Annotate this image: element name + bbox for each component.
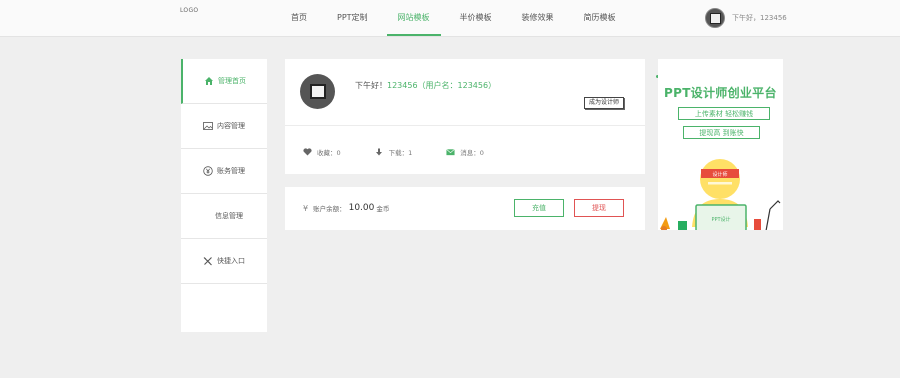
nav-item-half-price-templates[interactable]: 半价模板	[449, 0, 503, 36]
withdraw-button[interactable]: 提现	[574, 199, 624, 217]
user-greeting: 下午好，123456	[732, 14, 787, 22]
laptop-text: PPT设计	[711, 216, 730, 223]
nav-item-ppt-custom[interactable]: PPT定制	[326, 0, 379, 36]
designer-illustration: 设计师 PPT设计	[660, 159, 781, 230]
user-menu[interactable]: 下午好，123456	[705, 8, 787, 28]
balance-card: ¥ 账户余额： 10.00 金币 充值 提现	[285, 187, 645, 230]
stat-messages[interactable]: 消息：0	[446, 147, 484, 157]
profile-card: 下午好！123456（用户名：123456） 成为设计师 收藏：0 下载：1 消…	[285, 59, 645, 174]
nav-item-website-templates[interactable]: 网站模板	[386, 0, 441, 36]
divider	[285, 125, 645, 126]
become-designer-button[interactable]: 成为设计师	[584, 97, 624, 109]
logo[interactable]: LOGO	[180, 7, 198, 14]
ad-title: PPT设计师创业平台	[664, 86, 777, 100]
sidebar-item-finance[interactable]: 账务管理	[181, 149, 267, 194]
balance-amount: 10.00	[348, 203, 375, 213]
sidebar-item-label: 管理首页	[218, 77, 246, 85]
user-avatar[interactable]	[705, 8, 725, 28]
stat-favorites[interactable]: 收藏：0	[303, 147, 341, 157]
balance-label: 账户余额：	[313, 205, 346, 213]
yen-icon	[203, 166, 213, 176]
nav-item-home[interactable]: 首页	[280, 0, 318, 36]
pencil-ruler-icon	[203, 256, 213, 266]
ad-slogan-upload: 上传素材 轻松赚钱	[678, 107, 770, 120]
sidebar-item-info[interactable]: 信息管理	[181, 194, 267, 239]
sidebar-item-dashboard[interactable]: 管理首页	[181, 59, 267, 104]
home-icon	[204, 76, 214, 86]
main-nav: 首页 PPT定制 网站模板 半价模板 装修效果 简历模板	[280, 0, 635, 36]
sidebar-item-label: 快捷入口	[217, 257, 245, 265]
heart-icon	[303, 148, 312, 156]
greeting-username: 123456（用户名：123456）	[387, 81, 497, 90]
mail-icon	[446, 148, 456, 156]
profile-avatar[interactable]	[300, 74, 335, 109]
recharge-button[interactable]: 充值	[514, 199, 564, 217]
sidebar-item-label: 内容管理	[217, 122, 245, 130]
sidebar: 管理首页 内容管理 账务管理 信息管理 快捷入口	[181, 59, 267, 332]
headband-text: 设计师	[712, 171, 727, 178]
sidebar-item-label: 信息管理	[215, 212, 243, 220]
profile-greeting: 下午好！123456（用户名：123456）	[355, 80, 496, 91]
sidebar-item-content[interactable]: 内容管理	[181, 104, 267, 149]
stat-label: 消息：0	[460, 149, 484, 157]
nav-item-resume-templates[interactable]: 简历模板	[573, 0, 627, 36]
balance-unit: 金币	[376, 205, 390, 213]
yen-symbol: ¥	[303, 203, 309, 213]
greeting-prefix: 下午好！	[355, 81, 387, 90]
picture-icon	[203, 121, 213, 131]
account-balance: ¥ 账户余额： 10.00 金币	[303, 203, 389, 213]
top-navigation-bar: LOGO 首页 PPT定制 网站模板 半价模板 装修效果 简历模板 下午好，12…	[0, 0, 900, 37]
sidebar-item-shortcuts[interactable]: 快捷入口	[181, 239, 267, 284]
stat-label: 收藏：0	[317, 149, 341, 157]
nav-item-decoration-effects[interactable]: 装修效果	[511, 0, 565, 36]
ad-slogan-withdraw: 提现高 到账快	[683, 126, 760, 139]
stat-label: 下载：1	[388, 149, 413, 157]
designer-platform-ad-banner[interactable]: PPT设计师创业平台 上传素材 轻松赚钱 提现高 到账快 设计师 PPT设计	[658, 59, 783, 230]
profile-stats: 收藏：0 下载：1 消息：0	[303, 147, 518, 157]
stat-downloads[interactable]: 下载：1	[375, 147, 413, 157]
download-arrow-icon	[375, 148, 384, 156]
sidebar-item-label: 账务管理	[217, 167, 245, 175]
